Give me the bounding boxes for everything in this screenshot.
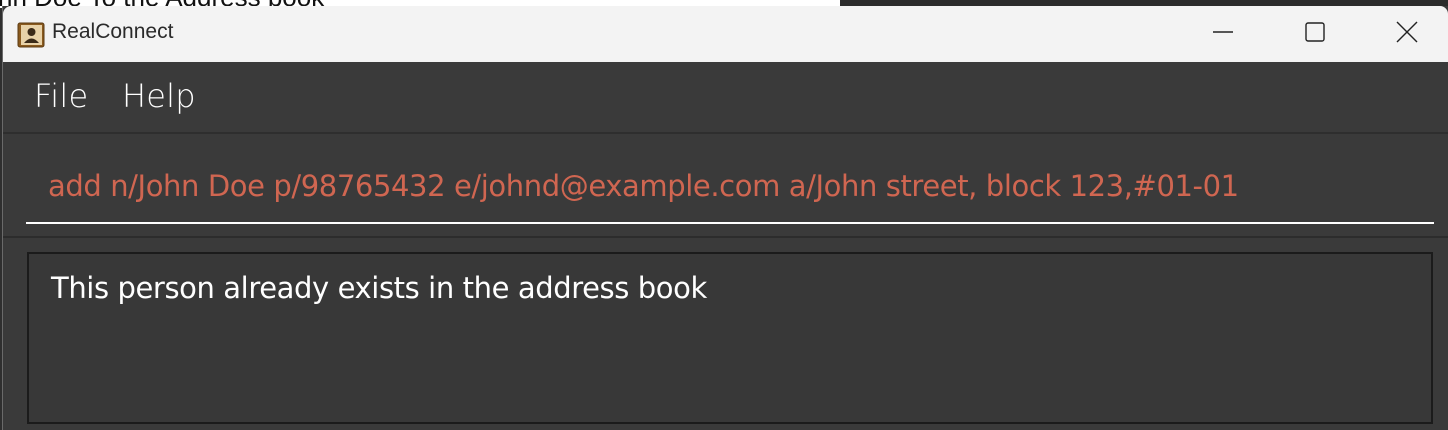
- minimize-icon: [1213, 22, 1233, 46]
- title-bar[interactable]: RealConnect: [3, 6, 1448, 62]
- contacts-book-icon: [17, 22, 45, 48]
- close-button[interactable]: [1361, 6, 1448, 62]
- menu-bar: File Help: [3, 62, 1448, 134]
- window-title: RealConnect: [52, 20, 174, 43]
- menu-help[interactable]: Help: [122, 77, 196, 115]
- result-display[interactable]: This person already exists in the addres…: [27, 252, 1433, 424]
- close-icon: [1396, 21, 1418, 47]
- result-display-container: This person already exists in the addres…: [23, 248, 1437, 430]
- menu-file[interactable]: File: [34, 77, 88, 115]
- minimize-button[interactable]: [1177, 6, 1269, 62]
- result-message: This person already exists in the addres…: [51, 271, 707, 305]
- app-window: RealConnect File Help This person alread…: [2, 6, 1448, 430]
- maximize-icon: [1305, 22, 1325, 46]
- command-input[interactable]: [26, 146, 1434, 224]
- maximize-button[interactable]: [1269, 6, 1361, 62]
- command-box-area: [3, 134, 1448, 238]
